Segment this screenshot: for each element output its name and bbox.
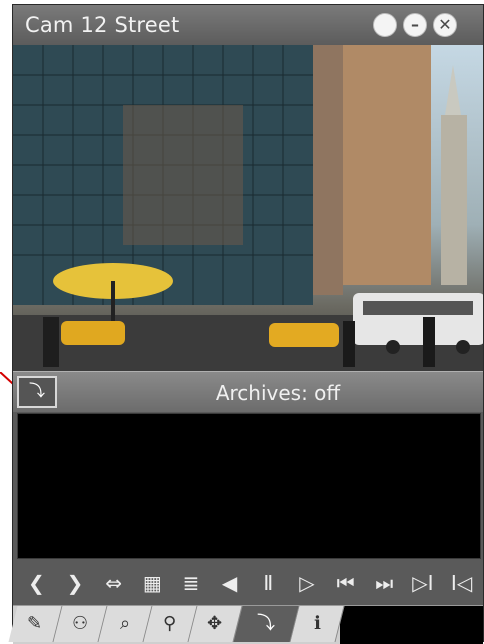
skip-start-icon[interactable]: ⏮	[333, 568, 359, 598]
close-button[interactable]: ✕	[433, 13, 457, 37]
tab-archive[interactable]: ⤵	[233, 606, 300, 642]
play-backward-icon[interactable]: ◀	[217, 568, 243, 598]
skip-end-icon[interactable]: ⏭	[371, 568, 397, 598]
tab-info[interactable]: ℹ	[290, 606, 345, 642]
list-icon[interactable]: ≣	[178, 568, 204, 598]
next-icon[interactable]: ❯	[62, 568, 88, 598]
window-title: Cam 12 Street	[25, 13, 180, 37]
archive-status-label: Archives: off	[215, 381, 341, 405]
minimize-button[interactable]: –	[403, 13, 427, 37]
archive-link-icon: ⤵	[257, 613, 275, 634]
archive-link-button[interactable]: ⤵	[17, 376, 57, 408]
info-icon: ℹ	[313, 613, 321, 634]
camera-icon: ⚇	[71, 613, 89, 634]
tab-bar: ✎ ⚇ ⌕ ⚲ ✥ ⤵ ℹ	[8, 605, 483, 644]
move-icon: ✥	[207, 613, 223, 634]
expand-range-icon[interactable]: ⇔	[101, 568, 127, 598]
archive-timeline-area[interactable]	[17, 413, 481, 559]
street-scene-image	[13, 45, 483, 371]
play-forward-icon[interactable]: ▷	[294, 568, 320, 598]
user-icon: ⚲	[163, 613, 177, 634]
mark-in-icon[interactable]: ▷I	[410, 568, 436, 598]
archive-bar: ⤵ Archives: off	[13, 371, 483, 412]
title-bar: Cam 12 Street – ✕	[13, 5, 483, 45]
pause-icon[interactable]: Ⅱ	[255, 568, 281, 598]
mark-out-icon[interactable]: I◁	[449, 568, 475, 598]
search-icon: ⌕	[119, 613, 131, 634]
calendar-icon[interactable]: ▦	[139, 568, 165, 598]
camera-video-feed[interactable]	[13, 45, 483, 371]
playback-controls: ❮ ❯ ⇔ ▦ ≣ ◀ Ⅱ ▷ ⏮ ⏭ ▷I I◁	[17, 563, 481, 603]
tab-bar-filler	[340, 606, 483, 644]
help-button[interactable]	[373, 13, 397, 37]
camera-window: Cam 12 Street – ✕ ⤵ Archives: off ❮ ❯ ⇔ …	[8, 4, 484, 644]
prev-icon[interactable]: ❮	[23, 568, 49, 598]
edit-icon: ✎	[27, 613, 43, 634]
